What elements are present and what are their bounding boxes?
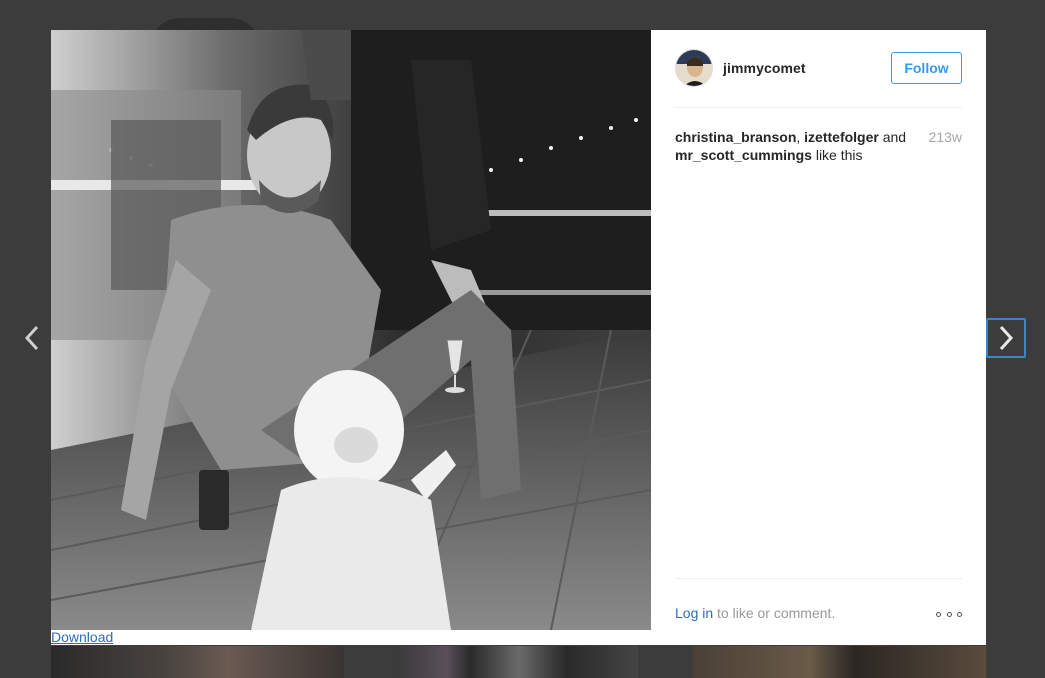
login-prompt-text: to like or comment. <box>717 605 836 621</box>
post-footer: Log in to like or comment. <box>675 578 962 629</box>
previous-post-button[interactable] <box>12 318 52 358</box>
more-options-icon <box>936 611 941 617</box>
likes-section: christina_branson, izettefolger and mr_s… <box>675 128 962 164</box>
avatar-image <box>676 50 712 86</box>
likes-summary: christina_branson, izettefolger and mr_s… <box>675 128 915 164</box>
chevron-left-icon <box>24 325 39 351</box>
login-link[interactable]: Log in <box>675 605 713 621</box>
post-modal: Download jimmycomet Follow christina_bra… <box>51 30 986 645</box>
likes-separator: , <box>796 129 801 145</box>
post-sidebar: jimmycomet Follow christina_branson, ize… <box>651 30 986 645</box>
likes-and-word: and <box>882 129 907 145</box>
liker-link[interactable]: izettefolger <box>804 129 879 145</box>
chevron-right-icon <box>999 325 1014 351</box>
background-thumbnail[interactable] <box>399 646 638 678</box>
liker-link[interactable]: christina_branson <box>675 129 796 145</box>
photo-image <box>51 30 651 630</box>
avatar[interactable] <box>675 49 713 87</box>
follow-button[interactable]: Follow <box>891 52 962 84</box>
more-options-icon <box>957 611 962 617</box>
liker-link[interactable]: mr_scott_cummings <box>675 147 812 163</box>
post-header: jimmycomet Follow <box>675 30 962 108</box>
username-link[interactable]: jimmycomet <box>723 60 806 76</box>
post-photo[interactable] <box>51 30 651 630</box>
download-link[interactable]: Download <box>51 630 113 645</box>
more-options-icon <box>946 611 952 617</box>
login-prompt: Log in to like or comment. <box>675 605 835 621</box>
next-post-button[interactable] <box>986 318 1026 358</box>
likes-suffix: like this <box>815 147 863 163</box>
more-options-button[interactable] <box>936 609 962 619</box>
background-thumbnail[interactable] <box>693 646 986 678</box>
background-thumbnail[interactable] <box>51 646 344 678</box>
post-timestamp[interactable]: 213w <box>929 128 962 146</box>
